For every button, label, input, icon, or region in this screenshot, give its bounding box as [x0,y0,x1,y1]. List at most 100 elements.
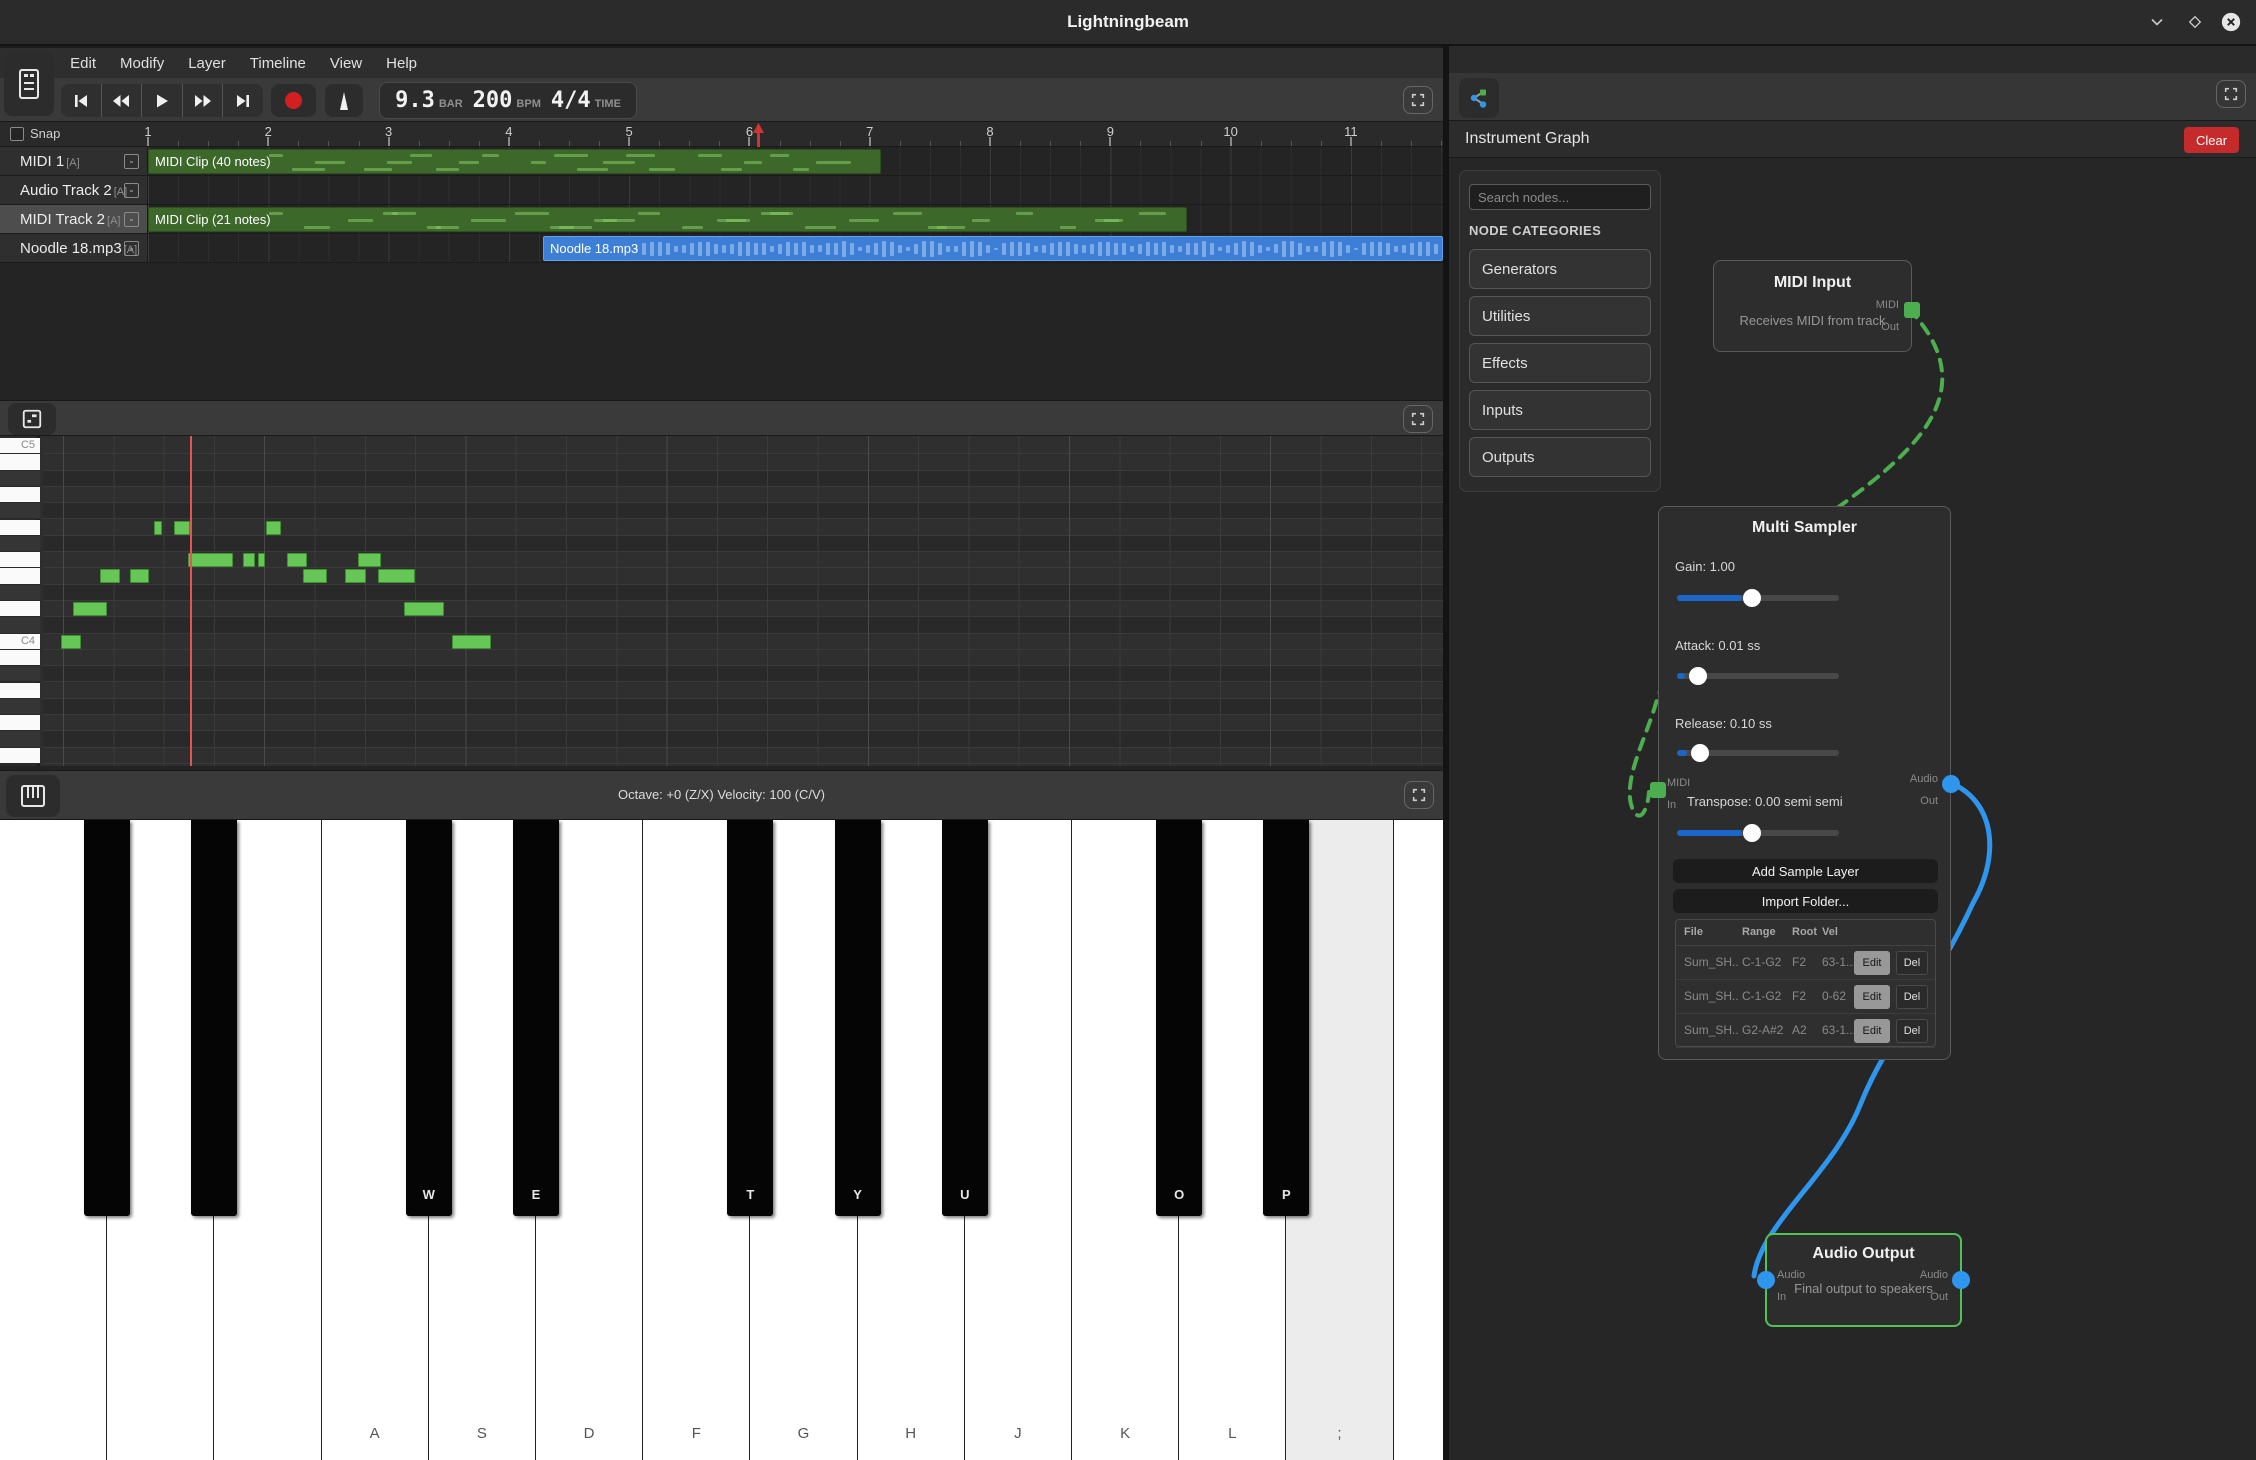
audio-out-port[interactable] [1942,775,1960,793]
attack-slider[interactable] [1677,673,1839,679]
strip-white-key[interactable] [0,748,40,764]
timeline-fullscreen-icon[interactable] [1403,86,1433,114]
strip-white-key[interactable] [0,552,40,568]
strip-white-key[interactable] [0,568,40,584]
strip-black-key[interactable] [0,617,40,633]
slider-thumb[interactable] [1743,589,1761,607]
piano-roll-playhead[interactable] [190,436,192,766]
graph-canvas[interactable]: NODE CATEGORIES GeneratorsUtilitiesEffec… [1449,158,2256,1460]
minimize-icon[interactable] [2144,9,2170,35]
midi-out-port[interactable] [1904,302,1920,318]
menu-item-layer[interactable]: Layer [176,55,238,72]
del-button[interactable]: Del [1896,985,1928,1009]
category-inputs[interactable]: Inputs [1469,390,1651,430]
midi-input-node[interactable]: MIDI Input Receives MIDI from track MIDI… [1713,260,1912,352]
track-header[interactable]: MIDI Track 2[A]- [0,205,148,233]
midi-clip[interactable]: MIDI Clip (21 notes) [148,207,1187,232]
strip-white-key[interactable] [0,487,40,503]
black-key-O[interactable]: O [1156,820,1202,1216]
track-minus-button[interactable]: - [124,183,139,198]
audio-clip[interactable]: Noodle 18.mp3 [543,236,1443,261]
metronome-button[interactable] [325,84,363,117]
strip-white-key[interactable] [0,601,40,617]
slider-thumb[interactable] [1743,824,1761,842]
del-button[interactable]: Del [1896,1019,1928,1043]
gain-slider[interactable] [1677,595,1839,601]
category-utilities[interactable]: Utilities [1469,296,1651,336]
strip-white-key[interactable] [0,520,40,536]
strip-black-key[interactable] [0,699,40,715]
rewind-button[interactable] [102,84,143,117]
skip-start-button[interactable] [61,84,102,117]
track-minus-button[interactable]: - [124,212,139,227]
black-key-U[interactable]: U [942,820,988,1216]
track-header[interactable]: Noodle 18.mp3[A]- [0,234,148,262]
piano-roll-grid[interactable] [43,436,1443,766]
audio-output-node[interactable]: Audio Output Final output to speakers Au… [1765,1233,1962,1327]
black-key-T[interactable]: T [727,820,773,1216]
playhead-marker[interactable] [752,123,765,147]
midi-note[interactable] [61,635,81,649]
midi-note[interactable] [303,569,327,583]
skip-end-button[interactable] [223,84,263,117]
node-graph-icon[interactable] [1459,78,1499,118]
menu-item-timeline[interactable]: Timeline [238,55,318,72]
strip-white-key[interactable] [0,650,40,666]
midi-note[interactable] [266,521,281,535]
menu-item-view[interactable]: View [318,55,374,72]
midi-note[interactable] [287,553,307,567]
midi-note[interactable] [258,553,265,567]
keyboard-fullscreen-icon[interactable] [1404,781,1434,809]
del-button[interactable]: Del [1896,951,1928,975]
strip-white-key[interactable] [0,683,40,699]
midi-note[interactable] [130,569,149,583]
midi-note[interactable] [452,635,491,649]
black-key[interactable] [191,820,237,1216]
strip-white-key[interactable]: C4 [0,634,40,650]
midi-note[interactable] [358,553,381,567]
strip-black-key[interactable] [0,666,40,682]
black-key-W[interactable]: W [406,820,452,1216]
black-key[interactable] [84,820,130,1216]
strip-black-key[interactable] [0,503,40,519]
midi-note[interactable] [73,602,107,616]
black-key-Y[interactable]: Y [835,820,881,1216]
play-button[interactable] [142,84,183,117]
midi-note[interactable] [345,569,366,583]
midi-note[interactable] [378,569,415,583]
menu-item-edit[interactable]: Edit [58,55,108,72]
category-generators[interactable]: Generators [1469,249,1651,289]
transpose-slider[interactable] [1677,830,1839,836]
category-effects[interactable]: Effects [1469,343,1651,383]
film-tool-button[interactable] [4,52,54,116]
black-key-P[interactable]: P [1263,820,1309,1216]
white-key[interactable] [1394,820,1443,1460]
slider-thumb[interactable] [1691,744,1709,762]
import-folder-button[interactable]: Import Folder... [1673,889,1938,913]
close-icon[interactable] [2218,9,2244,35]
midi-note[interactable] [188,553,233,567]
strip-white-key[interactable]: C5 [0,438,40,454]
strip-black-key[interactable] [0,536,40,552]
midi-note[interactable] [404,602,444,616]
menu-item-modify[interactable]: Modify [108,55,176,72]
edit-button[interactable]: Edit [1854,951,1890,975]
strip-white-key[interactable] [0,715,40,731]
midi-note[interactable] [243,553,255,567]
strip-black-key[interactable] [0,471,40,487]
record-button[interactable] [271,84,316,117]
clear-button[interactable]: Clear [2184,127,2239,153]
piano-roll-icon[interactable] [8,403,56,435]
multi-sampler-node[interactable]: Multi Sampler Gain: 1.00 Attack: 0.01 ss… [1658,506,1951,1060]
midi-clip[interactable]: MIDI Clip (40 notes) [148,149,881,174]
midi-in-port[interactable] [1650,782,1666,798]
track-minus-button[interactable]: - [124,241,139,256]
strip-black-key[interactable] [0,585,40,601]
audio-out-port[interactable] [1952,1271,1970,1289]
midi-note[interactable] [154,521,162,535]
graph-fullscreen-icon[interactable] [2216,80,2246,108]
maximize-icon[interactable] [2182,9,2208,35]
black-key-E[interactable]: E [513,820,559,1216]
timeline-ruler[interactable]: Snap 1234567891011 [0,122,1443,147]
strip-white-key[interactable] [0,454,40,470]
